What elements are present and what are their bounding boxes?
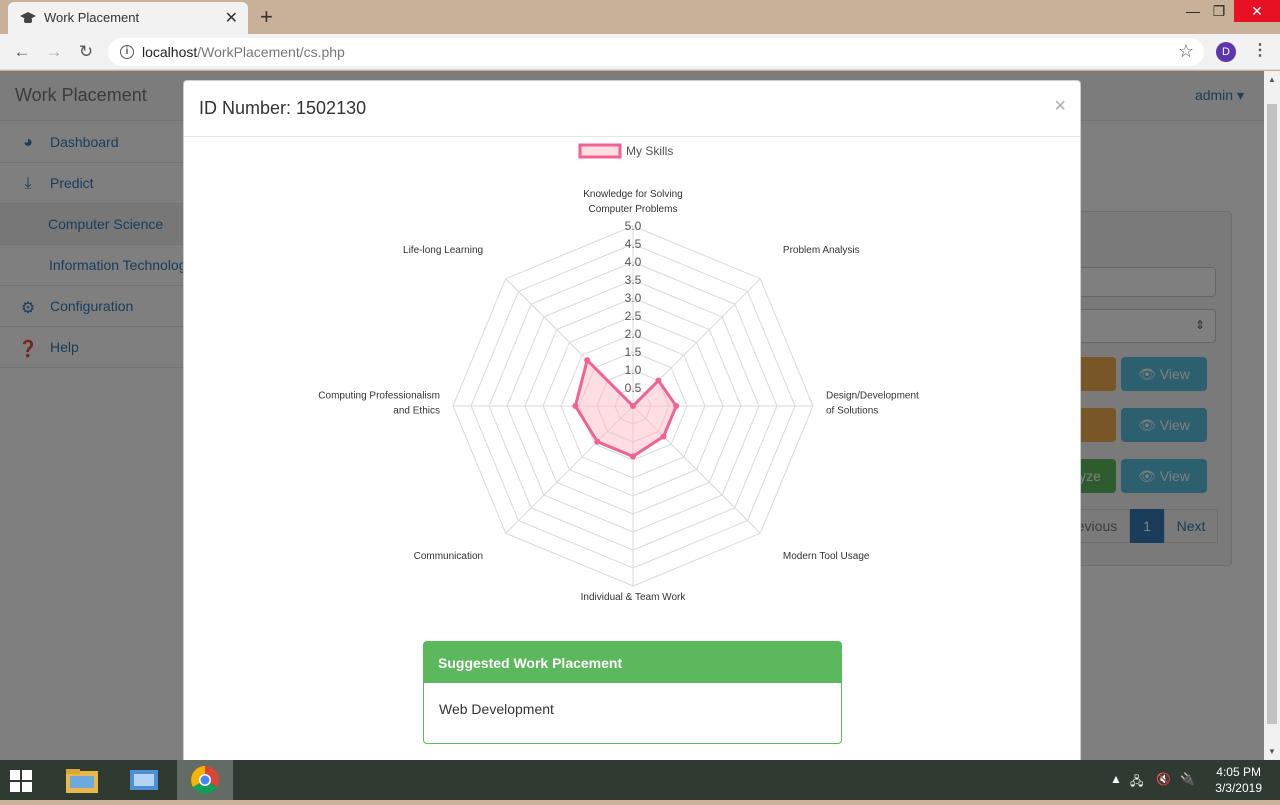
skills-modal: ID Number: 1502130 × 0.5 1.0 1.5 2.0 2.5 3.0 3… bbox=[183, 80, 1081, 760]
scroll-up-icon[interactable]: ▲ bbox=[1268, 75, 1276, 84]
tick-label: 4.5 bbox=[625, 237, 642, 251]
category-label: Knowledge for Solving Computer Problems bbox=[583, 189, 683, 215]
page-viewport: Work Placement admin ▾ ◕ Dashboard ⤓ Pre… bbox=[0, 71, 1264, 760]
window-close-button[interactable]: ✕ bbox=[1234, 0, 1280, 22]
suggested-placement-panel: Suggested Work Placement Web Development bbox=[423, 641, 842, 744]
legend-label: My Skills bbox=[626, 144, 673, 158]
category-label: Design/Development of Solutions bbox=[826, 391, 919, 417]
windows-start-icon[interactable] bbox=[10, 770, 32, 792]
minimize-button[interactable]: — bbox=[1180, 0, 1206, 24]
app-window-icon bbox=[130, 770, 158, 790]
power-icon[interactable]: 🔌 bbox=[1180, 772, 1195, 786]
data-point bbox=[630, 453, 636, 460]
back-arrow-icon[interactable]: ← bbox=[10, 40, 34, 64]
modal-header: ID Number: 1502130 × bbox=[184, 81, 1080, 137]
category-label: Modern Tool Usage bbox=[783, 551, 870, 562]
tray-chevron-icon[interactable]: ▲ bbox=[1110, 772, 1122, 786]
data-point bbox=[594, 438, 601, 445]
suggested-placement-heading: Suggested Work Placement bbox=[424, 642, 841, 683]
forward-arrow-icon[interactable]: → bbox=[42, 40, 66, 64]
folder-icon bbox=[66, 769, 98, 793]
data-point bbox=[655, 377, 662, 384]
browser-toolbar: ← → ↻ i localhost/WorkPlacement/cs.php ☆ bbox=[0, 34, 1280, 70]
tick-label: 1.0 bbox=[625, 363, 642, 377]
chrome-icon bbox=[191, 766, 219, 794]
close-icon[interactable]: × bbox=[1054, 95, 1066, 118]
tick-label: 4.0 bbox=[625, 255, 642, 269]
network-icon[interactable]: 🖧 bbox=[1130, 772, 1143, 793]
tick-label: 3.0 bbox=[625, 291, 642, 305]
scroll-thumb[interactable] bbox=[1267, 104, 1277, 724]
url-text: localhost/WorkPlacement/cs.php bbox=[142, 44, 345, 60]
browser-tab-strip: Work Placement ✕ + — ❐ ✕ bbox=[0, 0, 1280, 34]
profile-avatar[interactable]: D bbox=[1216, 42, 1236, 62]
legend-swatch bbox=[578, 143, 622, 159]
reload-icon[interactable]: ↻ bbox=[74, 40, 98, 64]
category-label: Computing Professionalism and Ethics bbox=[318, 391, 440, 417]
category-label: Life-long Learning bbox=[403, 245, 483, 256]
info-icon[interactable]: i bbox=[120, 45, 134, 59]
tab-close-icon[interactable]: ✕ bbox=[225, 8, 238, 28]
system-clock[interactable]: 4:05 PM 3/3/2019 bbox=[1215, 764, 1262, 796]
mail-app[interactable] bbox=[116, 760, 172, 800]
file-explorer-app[interactable] bbox=[54, 760, 110, 800]
page-scrollbar[interactable]: ▲ ▼ bbox=[1264, 71, 1280, 760]
tick-label: 5.0 bbox=[625, 219, 642, 233]
skills-radar-chart: 0.5 1.0 1.5 2.0 2.5 3.0 3.5 4.0 4.5 5.0 Knowledge … bbox=[318, 143, 919, 603]
category-label: Communication bbox=[414, 551, 483, 562]
chrome-app[interactable] bbox=[177, 760, 233, 800]
restore-button[interactable]: ❐ bbox=[1206, 0, 1232, 24]
tick-label: 2.5 bbox=[625, 309, 642, 323]
clock-time: 4:05 PM bbox=[1216, 765, 1261, 779]
windows-taskbar: ▲ 🖧 🔇 🔌 4:05 PM 3/3/2019 bbox=[0, 760, 1280, 800]
category-label: Individual & Team Work bbox=[581, 592, 687, 603]
tick-label: 1.5 bbox=[625, 345, 642, 359]
data-point bbox=[660, 433, 667, 440]
data-point bbox=[584, 357, 591, 364]
data-point bbox=[630, 403, 636, 409]
tab-title: Work Placement bbox=[44, 10, 140, 25]
address-bar[interactable]: i localhost/WorkPlacement/cs.php ☆ bbox=[108, 38, 1204, 66]
scroll-down-icon[interactable]: ▼ bbox=[1268, 747, 1276, 756]
browser-tab[interactable]: Work Placement ✕ bbox=[8, 2, 248, 34]
data-point bbox=[572, 403, 579, 409]
tick-label: 3.5 bbox=[625, 273, 642, 287]
tick-label: 0.5 bbox=[625, 381, 642, 395]
modal-title: ID Number: 1502130 bbox=[199, 98, 367, 118]
data-point bbox=[673, 403, 680, 409]
category-label: Problem Analysis bbox=[783, 245, 860, 256]
new-tab-button[interactable]: + bbox=[260, 4, 273, 30]
suggested-placement-value: Web Development bbox=[439, 701, 554, 717]
bookmark-star-icon[interactable]: ☆ bbox=[1178, 41, 1194, 62]
tick-label: 2.0 bbox=[625, 327, 642, 341]
graduation-cap-icon bbox=[20, 12, 36, 23]
browser-menu-icon[interactable]: ⋮ bbox=[1252, 40, 1268, 60]
volume-muted-icon[interactable]: 🔇 bbox=[1156, 772, 1171, 786]
clock-date: 3/3/2019 bbox=[1215, 781, 1262, 795]
